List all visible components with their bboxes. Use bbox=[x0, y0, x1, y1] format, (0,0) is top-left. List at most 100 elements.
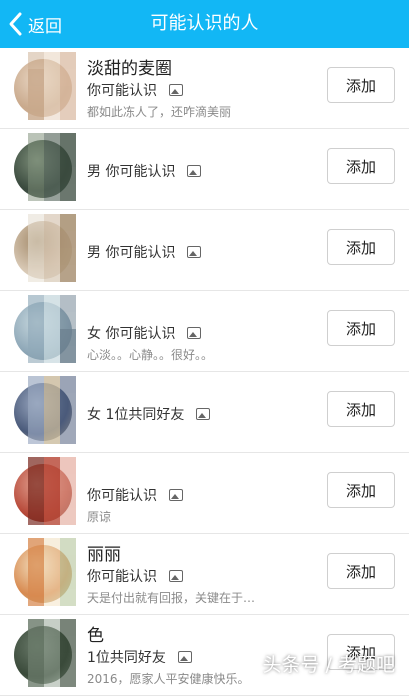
mosaic-cell bbox=[60, 670, 76, 687]
list-item[interactable]: 男 你可能认识 添加 bbox=[0, 210, 409, 291]
title-bar: 返回 可能认识的人 bbox=[0, 0, 409, 48]
mosaic-cell bbox=[60, 69, 76, 86]
mosaic-cell bbox=[60, 265, 76, 282]
list-item[interactable]: 你可能认识 原谅 添加 bbox=[0, 453, 409, 534]
mosaic-cell bbox=[44, 312, 60, 329]
blurred-avatar-mosaic bbox=[28, 214, 76, 282]
mosaic-cell bbox=[44, 265, 60, 282]
mosaic-cell bbox=[28, 410, 44, 427]
mosaic-cell bbox=[28, 427, 44, 444]
list-item[interactable]: 淡甜的麦圈 你可能认识 都如此冻人了，还咋滴美丽 添加 bbox=[0, 48, 409, 129]
watermark: 头条号 / 考题吧 bbox=[262, 654, 395, 676]
list-item[interactable]: 女 1位共同好友 添加 bbox=[0, 372, 409, 453]
list-item[interactable]: 丽丽 你可能认识 天是付出就有回报，关键在于… 添加 bbox=[0, 534, 409, 615]
mosaic-cell bbox=[44, 376, 60, 393]
mosaic-cell bbox=[60, 619, 76, 636]
mosaic-cell bbox=[44, 589, 60, 606]
add-button[interactable]: 添加 bbox=[327, 67, 395, 103]
person-info: 男 你可能认识 bbox=[87, 242, 202, 262]
info-text: 男 你可能认识 bbox=[87, 164, 176, 180]
mosaic-cell bbox=[60, 86, 76, 103]
mosaic-cell bbox=[28, 670, 44, 687]
mosaic-cell bbox=[28, 653, 44, 670]
mosaic-cell bbox=[60, 103, 76, 120]
add-button[interactable]: 添加 bbox=[327, 310, 395, 346]
info-text: 女 1位共同好友 bbox=[87, 407, 185, 423]
mosaic-cell bbox=[28, 312, 44, 329]
blurred-avatar-mosaic bbox=[28, 295, 76, 363]
mosaic-cell bbox=[44, 474, 60, 491]
add-button[interactable]: 添加 bbox=[327, 553, 395, 589]
mosaic-cell bbox=[44, 508, 60, 525]
blurred-avatar-mosaic bbox=[28, 133, 76, 201]
people-list: 淡甜的麦圈 你可能认识 都如此冻人了，还咋滴美丽 添加 男 你可能认识 添加 男… bbox=[0, 48, 409, 696]
mosaic-cell bbox=[60, 427, 76, 444]
info-text: 你可能认识 bbox=[87, 488, 157, 504]
mosaic-cell bbox=[28, 457, 44, 474]
mosaic-cell bbox=[44, 670, 60, 687]
info-text: 女 你可能认识 bbox=[87, 326, 176, 342]
mosaic-cell bbox=[44, 555, 60, 572]
mosaic-cell bbox=[44, 248, 60, 265]
mosaic-cell bbox=[44, 393, 60, 410]
signature: 2016，愿家人平安健康快乐。 bbox=[87, 672, 250, 686]
mosaic-cell bbox=[44, 103, 60, 120]
signature: 都如此冻人了，还咋滴美丽 bbox=[87, 105, 232, 119]
info-text: 1位共同好友 bbox=[87, 650, 166, 666]
mosaic-cell bbox=[28, 86, 44, 103]
mosaic-cell bbox=[28, 295, 44, 312]
mosaic-cell bbox=[28, 376, 44, 393]
mosaic-cell bbox=[60, 538, 76, 555]
signature: 天是付出就有回报，关键在于… bbox=[87, 591, 256, 605]
person-name: 淡甜的麦圈 bbox=[87, 59, 172, 79]
info-text: 男 你可能认识 bbox=[87, 245, 176, 261]
person-info: 男 你可能认识 bbox=[87, 161, 202, 181]
mosaic-cell bbox=[44, 214, 60, 231]
mosaic-cell bbox=[60, 52, 76, 69]
add-button[interactable]: 添加 bbox=[327, 148, 395, 184]
mosaic-cell bbox=[28, 572, 44, 589]
photo-icon bbox=[187, 165, 202, 177]
mosaic-cell bbox=[60, 295, 76, 312]
add-button[interactable]: 添加 bbox=[327, 229, 395, 265]
add-button[interactable]: 添加 bbox=[327, 472, 395, 508]
photo-icon bbox=[187, 327, 202, 339]
mosaic-cell bbox=[44, 538, 60, 555]
mosaic-cell bbox=[28, 393, 44, 410]
mosaic-cell bbox=[60, 589, 76, 606]
mosaic-cell bbox=[60, 329, 76, 346]
person-info: 女 1位共同好友 bbox=[87, 404, 211, 424]
mosaic-cell bbox=[60, 231, 76, 248]
blurred-avatar-mosaic bbox=[28, 376, 76, 444]
mosaic-cell bbox=[28, 265, 44, 282]
mosaic-cell bbox=[44, 410, 60, 427]
mosaic-cell bbox=[60, 214, 76, 231]
mosaic-cell bbox=[60, 491, 76, 508]
list-item[interactable]: 女 你可能认识 心淡。。心静。。很好。。 添加 bbox=[0, 291, 409, 372]
mosaic-cell bbox=[28, 346, 44, 363]
mosaic-cell bbox=[44, 346, 60, 363]
list-item[interactable]: 男 你可能认识 添加 bbox=[0, 129, 409, 210]
mosaic-cell bbox=[44, 184, 60, 201]
person-name: 色 bbox=[87, 626, 104, 646]
mosaic-cell bbox=[44, 329, 60, 346]
add-button[interactable]: 添加 bbox=[327, 391, 395, 427]
mosaic-cell bbox=[28, 589, 44, 606]
signature: 原谅 bbox=[87, 510, 112, 524]
mosaic-cell bbox=[44, 457, 60, 474]
page-title: 可能认识的人 bbox=[150, 13, 259, 34]
mosaic-cell bbox=[28, 52, 44, 69]
mosaic-cell bbox=[60, 346, 76, 363]
mosaic-cell bbox=[60, 133, 76, 150]
mosaic-cell bbox=[28, 69, 44, 86]
photo-icon bbox=[177, 651, 192, 663]
info-text: 你可能认识 bbox=[87, 569, 157, 585]
mosaic-cell bbox=[44, 427, 60, 444]
person-info: 你可能认识 bbox=[87, 80, 183, 100]
mosaic-cell bbox=[60, 572, 76, 589]
mosaic-cell bbox=[44, 150, 60, 167]
mosaic-cell bbox=[60, 150, 76, 167]
photo-icon bbox=[187, 246, 202, 258]
blurred-avatar-mosaic bbox=[28, 457, 76, 525]
mosaic-cell bbox=[28, 231, 44, 248]
